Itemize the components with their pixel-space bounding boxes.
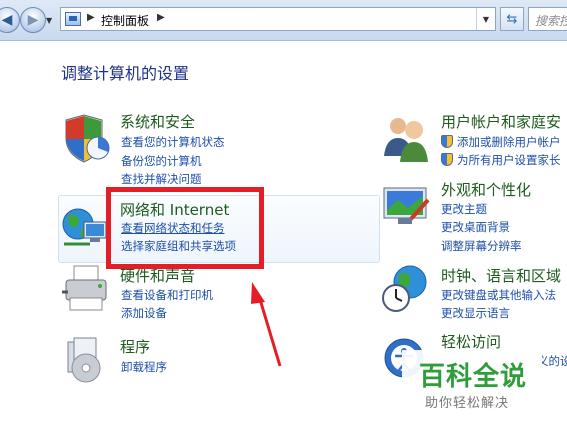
chevron-down-icon: ▼	[482, 14, 490, 24]
printer-icon[interactable]	[60, 262, 114, 316]
programs-icon[interactable]	[60, 334, 114, 388]
watermark-slogan: 助你轻松解决	[425, 396, 510, 411]
annotation-highlight-box	[106, 187, 264, 269]
users-icon[interactable]	[380, 112, 434, 166]
search-input[interactable]: 搜索控	[528, 7, 567, 31]
address-bar[interactable]: ▶ 控制面板 ▶ ▼	[60, 7, 496, 31]
link-display-language[interactable]: 更改显示语言	[441, 305, 510, 321]
uac-shield-icon	[441, 153, 453, 166]
control-panel-icon	[65, 12, 81, 26]
category-programs[interactable]: 程序	[120, 336, 150, 357]
link-backup-computer[interactable]: 备份您的计算机	[121, 153, 202, 169]
address-toolbar: ◀ ▶ ▼ ▶ 控制面板 ▶ ▼ ⇆ 搜索控	[0, 0, 567, 41]
category-clock-language-region[interactable]: 时钟、语言和区域	[441, 265, 561, 286]
forward-button[interactable]: ▶	[20, 7, 46, 33]
breadcrumb-separator-icon[interactable]: ▶	[87, 12, 95, 23]
refresh-icon: ⇆	[506, 11, 518, 27]
recent-pages-dropdown[interactable]: ▼	[46, 16, 52, 25]
shield-pie-icon[interactable]	[60, 112, 114, 166]
breadcrumb-separator-icon[interactable]: ▶	[157, 12, 165, 23]
link-troubleshoot[interactable]: 查找并解决问题	[121, 171, 202, 187]
address-dropdown-button[interactable]: ▼	[476, 8, 495, 30]
category-appearance[interactable]: 外观和个性化	[441, 179, 531, 200]
breadcrumb-control-panel[interactable]: 控制面板	[101, 12, 149, 29]
link-uninstall-program[interactable]: 卸载程序	[121, 359, 167, 375]
link-parental-controls[interactable]: 为所有用户设置家长	[457, 152, 561, 168]
link-screen-resolution[interactable]: 调整屏幕分辨率	[441, 238, 522, 254]
link-view-computer-status[interactable]: 查看您的计算机状态	[121, 134, 225, 150]
category-user-accounts[interactable]: 用户帐户和家庭安	[441, 111, 561, 132]
category-ease-of-access[interactable]: 轻松访问	[441, 331, 501, 352]
watermark-brand: 百科全说	[419, 362, 528, 392]
appearance-icon[interactable]	[380, 180, 434, 234]
category-system-security[interactable]: 系统和安全	[120, 111, 195, 132]
forward-arrow-icon: ▶	[27, 12, 39, 28]
link-add-remove-users[interactable]: 添加或删除用户帐户	[457, 134, 561, 150]
uac-shield-icon	[441, 135, 453, 148]
link-desktop-background[interactable]: 更改桌面背景	[441, 219, 510, 235]
back-arrow-icon: ◀	[1, 12, 13, 28]
link-change-theme[interactable]: 更改主题	[441, 201, 487, 217]
link-add-device[interactable]: 添加设备	[121, 305, 167, 321]
page-title: 调整计算机的设置	[61, 64, 190, 83]
back-button[interactable]: ◀	[0, 7, 20, 33]
link-change-keyboard[interactable]: 更改键盘或其他输入法	[441, 287, 556, 303]
watermark: 百科全说 助你轻松解决	[402, 350, 542, 416]
clock-globe-icon[interactable]	[380, 262, 434, 316]
link-devices-printers[interactable]: 查看设备和打印机	[121, 287, 213, 303]
refresh-button[interactable]: ⇆	[500, 7, 524, 31]
